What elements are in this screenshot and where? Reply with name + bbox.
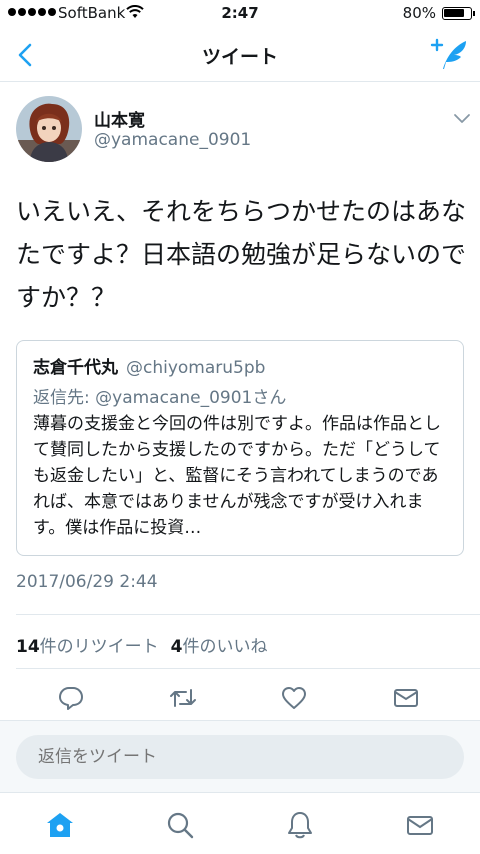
tweet-text: いえいえ、それをちらつかせたのはあなたですよ？日本語の勉強が足らないのですか？？ [16, 197, 467, 312]
retweet-button[interactable] [163, 680, 203, 716]
reply-to-handle: @yamacane_0901さん [95, 388, 287, 408]
quoted-tweet-text: 薄暮の支援金と今回の件は別ですよ。作品は作品として賛同したから支援したのですから… [33, 414, 441, 538]
messages-icon [407, 816, 433, 835]
compose-tweet-button[interactable] [430, 36, 470, 74]
like-count: 4 [170, 637, 183, 657]
retweet-label: 件のリツイート [39, 637, 159, 657]
quoted-tweet-header: 志倉千代丸 @chiyomaru5pb [33, 353, 265, 378]
reply-bar [0, 720, 480, 792]
avatar-illustration-icon [16, 96, 82, 162]
status-bar: SoftBank 2:47 80% [0, 0, 480, 28]
author-name[interactable]: 山本寛 [94, 106, 145, 131]
tweet-timestamp: 2017/06/29 2:44 [16, 572, 158, 592]
tab-home[interactable] [40, 807, 80, 843]
notifications-icon [288, 812, 312, 839]
reply-prefix: 返信先: [33, 388, 96, 408]
avatar[interactable] [16, 96, 82, 162]
quoted-reply-context: 返信先: @yamacane_0901さん [33, 383, 286, 408]
tweet-stats: 14件のリツイート 4件のいいね [16, 632, 268, 657]
retweet-count: 14 [16, 637, 40, 657]
like-button[interactable] [274, 680, 314, 716]
reply-button[interactable] [51, 680, 91, 716]
divider [16, 614, 480, 615]
tweet-menu-button[interactable] [452, 110, 472, 124]
likes-stat[interactable]: 4件のいいね [171, 637, 268, 657]
navigation-bar: ツイート [0, 28, 480, 82]
compose-tweet-icon [430, 38, 466, 69]
battery-percent: 80% [402, 4, 436, 22]
reply-input[interactable] [16, 735, 464, 779]
tweet-author: 山本寛 @yamacane_0901 [16, 96, 472, 162]
battery-icon [442, 7, 475, 20]
chevron-down-icon [454, 114, 470, 123]
back-button[interactable] [10, 38, 44, 72]
chevron-left-icon [18, 43, 32, 67]
retweets-stat[interactable]: 14件のリツイート [16, 637, 159, 657]
tab-search[interactable] [160, 807, 200, 843]
author-handle[interactable]: @yamacane_0901 [94, 130, 251, 150]
share-dm-button[interactable] [386, 680, 426, 716]
like-icon [282, 687, 306, 709]
retweet-icon [170, 689, 196, 707]
tab-messages[interactable] [400, 807, 440, 843]
page-title: ツイート [201, 46, 278, 68]
search-icon [167, 812, 194, 839]
tweet-actions [0, 680, 480, 720]
tab-notifications[interactable] [280, 807, 320, 843]
divider [16, 668, 480, 669]
quoted-author-name: 志倉千代丸 [33, 358, 118, 378]
home-icon [47, 813, 73, 837]
quoted-author-handle: @chiyomaru5pb [126, 358, 266, 378]
like-label: 件のいいね [182, 637, 268, 657]
tab-bar [0, 792, 480, 854]
reply-icon [59, 687, 83, 710]
quoted-tweet-card[interactable]: 志倉千代丸 @chiyomaru5pb 返信先: @yamacane_0901さん… [16, 340, 464, 556]
share-dm-icon [394, 689, 418, 707]
